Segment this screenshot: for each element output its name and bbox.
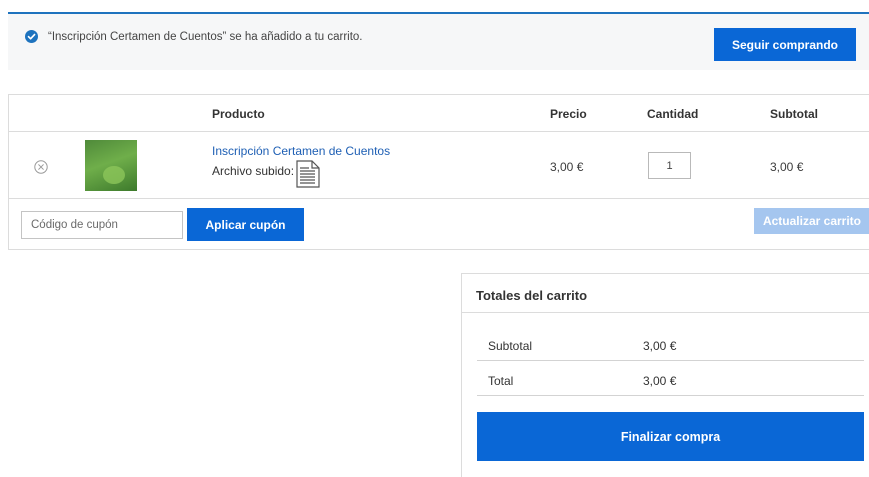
cart-totals-title: Totales del carrito — [462, 274, 869, 313]
document-file-icon[interactable] — [295, 160, 321, 188]
subtotal-label: Subtotal — [488, 339, 533, 353]
coupon-code-input[interactable] — [21, 211, 183, 239]
remove-item-icon[interactable] — [34, 160, 48, 174]
cart-table: Producto Precio Cantidad Subtotal Inscri… — [8, 94, 869, 250]
apply-coupon-button[interactable]: Aplicar cupón — [187, 208, 304, 241]
checkout-button[interactable]: Finalizar compra — [477, 412, 864, 461]
update-cart-button[interactable]: Actualizar carrito — [754, 208, 869, 234]
check-circle-icon — [25, 30, 38, 43]
notice-message: “Inscripción Certamen de Cuentos” se ha … — [48, 31, 363, 43]
totals-row-total: Total 3,00 € — [477, 362, 864, 396]
item-price: 3,00 € — [550, 160, 584, 174]
header-product: Producto — [212, 107, 265, 121]
subtotal-value: 3,00 € — [643, 339, 677, 353]
product-thumbnail[interactable] — [85, 140, 137, 191]
thumbnail-art — [103, 166, 125, 184]
continue-shopping-button[interactable]: Seguir comprando — [714, 28, 856, 61]
header-subtotal: Subtotal — [770, 107, 818, 121]
header-price: Precio — [550, 107, 587, 121]
uploaded-file-label: Archivo subido: — [212, 164, 295, 178]
total-value: 3,00 € — [643, 374, 677, 388]
item-subtotal: 3,00 € — [770, 160, 804, 174]
totals-row-subtotal: Subtotal 3,00 € — [477, 327, 864, 361]
cart-table-header: Producto Precio Cantidad Subtotal — [9, 95, 869, 132]
total-label: Total — [488, 374, 514, 388]
cart-notice: “Inscripción Certamen de Cuentos” se ha … — [8, 12, 869, 70]
product-name-link[interactable]: Inscripción Certamen de Cuentos — [212, 144, 390, 158]
table-row: Inscripción Certamen de Cuentos Archivo … — [9, 132, 869, 199]
cart-totals: Totales del carrito Subtotal 3,00 € Tota… — [461, 273, 869, 477]
quantity-input[interactable] — [648, 152, 691, 179]
header-quantity: Cantidad — [647, 107, 699, 121]
